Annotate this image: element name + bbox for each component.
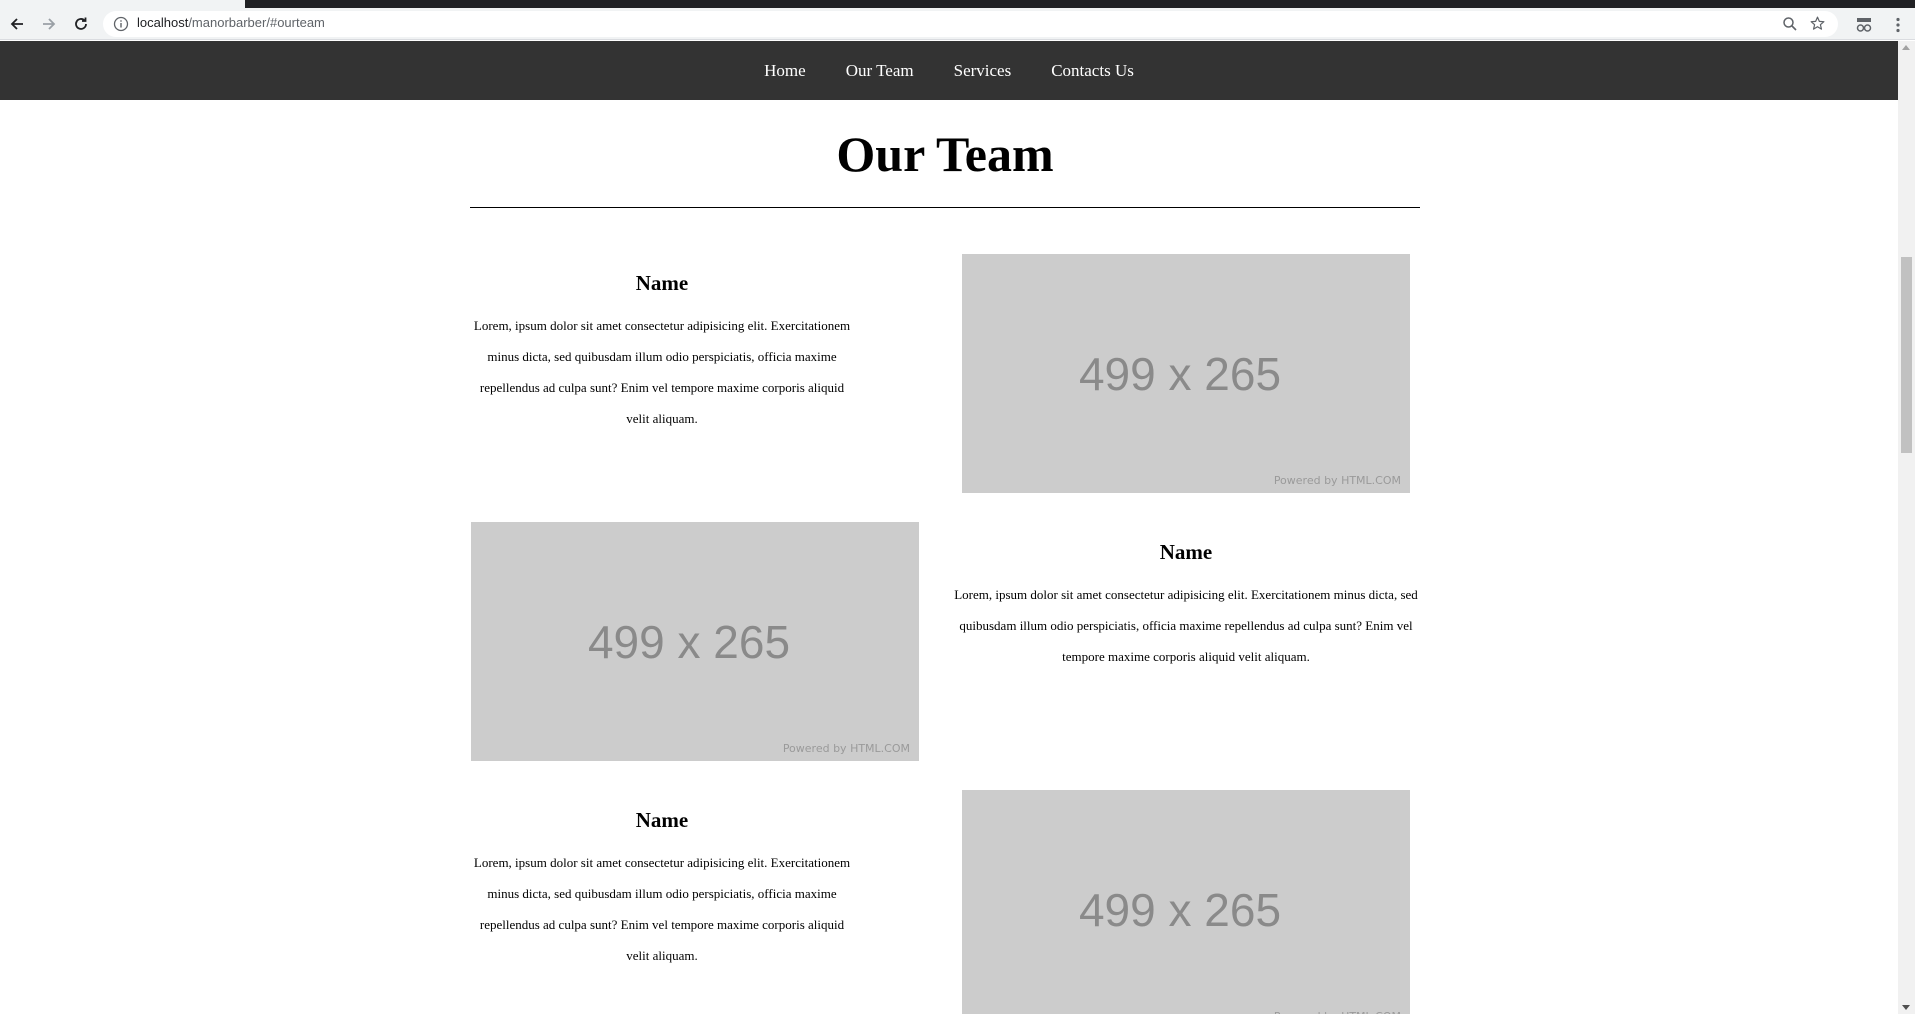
team-member-3: Name Lorem, ipsum dolor sit amet consect… [438,808,886,971]
url-text[interactable]: localhost/manorbarber/#ourteam [137,15,325,30]
address-bar[interactable]: localhost/manorbarber/#ourteam [103,11,1838,37]
placeholder-dimensions: 499 x 265 [1078,883,1282,936]
placeholder-credit: Powered by HTML.COM [782,742,910,755]
placeholder-dimensions: 499 x 265 [1078,347,1282,400]
team-member-2: Name Lorem, ipsum dolor sit amet consect… [951,540,1421,672]
placeholder-credit: Powered by HTML.COM [1273,474,1401,487]
member-bio: Lorem, ipsum dolor sit amet consectetur … [473,855,851,963]
scroll-up-arrow-icon[interactable] [1902,45,1910,50]
bookmark-star-icon[interactable] [1809,15,1826,32]
member-2-photo: 499 x 265 Powered by HTML.COM [471,522,919,761]
nav-home[interactable]: Home [764,61,806,81]
title-divider [470,207,1420,208]
reload-icon[interactable] [69,12,93,36]
section-title: Our Team [836,126,1054,182]
site-navbar: Home Our Team Services Contacts Us [0,41,1898,100]
browser-menu-icon[interactable] [1889,16,1907,34]
page-viewport: Home Our Team Services Contacts Us Our T… [0,41,1898,1014]
placeholder-credit: Powered by HTML.COM [1274,1010,1401,1014]
tab-strip [0,0,1915,8]
zoom-icon[interactable] [1782,16,1798,32]
placeholder-dimensions: 499 x 265 [587,615,791,668]
url-host: localhost [137,15,189,30]
member-bio: Lorem, ipsum dolor sit amet consectetur … [473,318,851,426]
team-member-1: Name Lorem, ipsum dolor sit amet consect… [438,271,886,434]
extension-icon[interactable] [1855,16,1873,34]
member-name: Name [635,271,689,295]
url-path: /manorbarber/#ourteam [188,15,325,30]
browser-toolbar: localhost/manorbarber/#ourteam [0,8,1915,40]
member-1-photo: 499 x 265 Powered by HTML.COM [962,254,1410,493]
member-bio: Lorem, ipsum dolor sit amet consectetur … [954,587,1418,664]
member-name: Name [635,808,689,832]
nav-services[interactable]: Services [954,61,1012,81]
nav-our-team[interactable]: Our Team [846,61,914,81]
page-scrollbar[interactable] [1898,41,1915,1014]
member-3-photo: 499 x 265 Powered by HTML.COM [962,790,1410,1014]
member-name: Name [1159,540,1213,564]
scrollbar-thumb[interactable] [1901,257,1912,453]
forward-icon[interactable] [37,12,61,36]
nav-contacts-us[interactable]: Contacts Us [1051,61,1134,81]
info-icon[interactable] [113,16,129,32]
back-icon[interactable] [5,12,29,36]
scroll-down-arrow-icon[interactable] [1902,1005,1910,1010]
tab-strip-background [245,0,1915,8]
active-tab[interactable] [0,0,245,8]
